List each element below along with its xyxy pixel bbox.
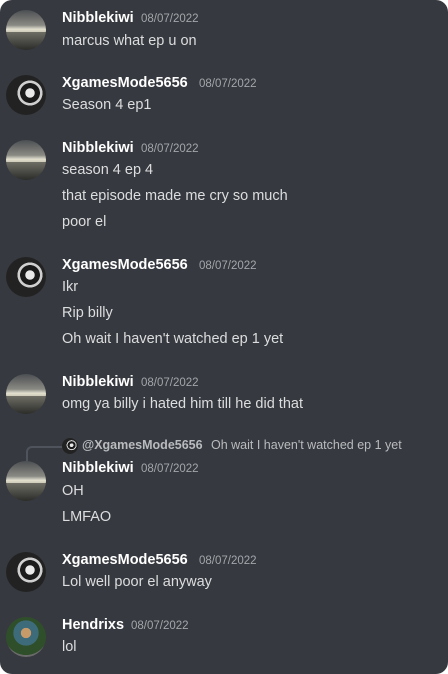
reply-avatar[interactable] bbox=[62, 438, 78, 454]
message-text: Season 4 ep1 bbox=[62, 97, 152, 113]
timestamp: 08/07/2022 bbox=[141, 143, 199, 155]
author-name[interactable]: XgamesMode5656 bbox=[62, 75, 188, 91]
timestamp: 08/07/2022 bbox=[131, 620, 189, 632]
timestamp: 08/07/2022 bbox=[141, 13, 199, 25]
author-name[interactable]: XgamesMode5656 bbox=[62, 257, 188, 273]
avatar[interactable] bbox=[6, 461, 46, 501]
reply-preview[interactable]: Oh wait I haven't watched ep 1 yet bbox=[211, 438, 402, 452]
avatar[interactable] bbox=[6, 257, 46, 297]
message-text: lol bbox=[62, 639, 77, 655]
message-text: OH bbox=[62, 483, 84, 499]
message-text: that episode made me cry so much bbox=[62, 188, 288, 204]
author-name[interactable]: Nibblekiwi bbox=[62, 10, 134, 26]
reply-author[interactable]: @XgamesMode5656 bbox=[82, 438, 203, 452]
message-text: Ikr bbox=[62, 279, 79, 295]
author-name[interactable]: Hendrixs bbox=[62, 617, 124, 633]
avatar[interactable] bbox=[6, 374, 46, 414]
message-text: Lol well poor el anyway bbox=[62, 574, 212, 590]
avatar[interactable] bbox=[6, 10, 46, 50]
timestamp: 08/07/2022 bbox=[141, 463, 199, 475]
avatar[interactable] bbox=[6, 140, 46, 180]
author-name[interactable]: XgamesMode5656 bbox=[62, 552, 188, 568]
message-text: Oh wait I haven't watched ep 1 yet bbox=[62, 331, 284, 347]
timestamp: 08/07/2022 bbox=[199, 555, 257, 567]
message-text: marcus what ep u on bbox=[62, 33, 197, 49]
avatar[interactable] bbox=[6, 617, 46, 657]
message-text: Rip billy bbox=[62, 305, 113, 321]
chat-panel: Nibblekiwi 08/07/2022 marcus what ep u o… bbox=[0, 0, 448, 674]
avatar[interactable] bbox=[6, 75, 46, 115]
author-name[interactable]: Nibblekiwi bbox=[62, 140, 134, 156]
reply-connector bbox=[26, 446, 62, 462]
timestamp: 08/07/2022 bbox=[199, 260, 257, 272]
author-name[interactable]: Nibblekiwi bbox=[62, 460, 134, 476]
message-text: omg ya billy i hated him till he did tha… bbox=[62, 396, 303, 412]
message-text: LMFAO bbox=[62, 509, 112, 525]
message-text: season 4 ep 4 bbox=[62, 162, 154, 178]
message-text: poor el bbox=[62, 214, 107, 230]
timestamp: 08/07/2022 bbox=[199, 78, 257, 90]
avatar[interactable] bbox=[6, 552, 46, 592]
timestamp: 08/07/2022 bbox=[141, 377, 199, 389]
author-name[interactable]: Nibblekiwi bbox=[62, 374, 134, 390]
